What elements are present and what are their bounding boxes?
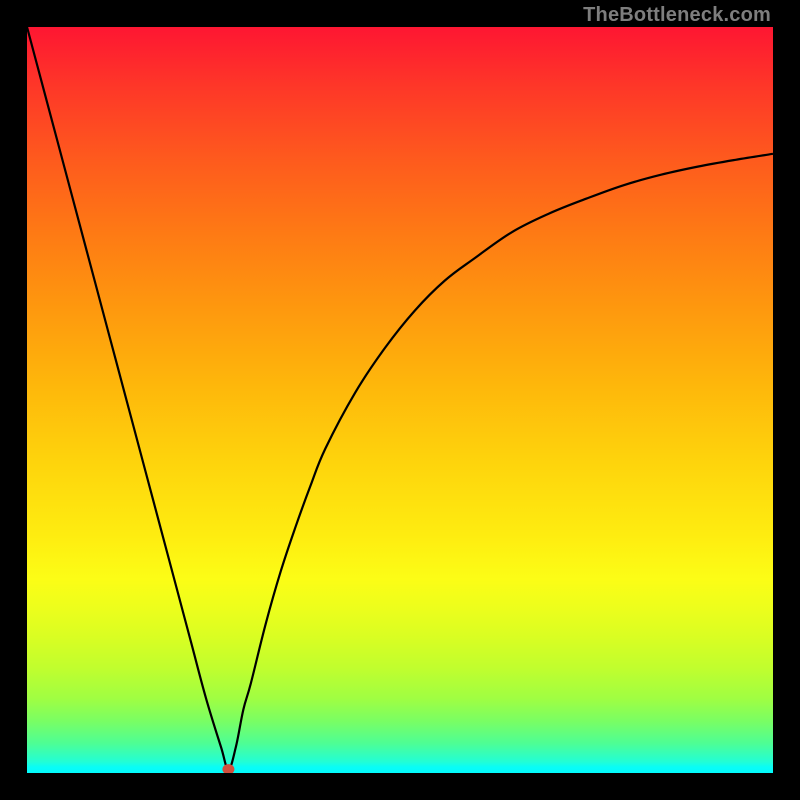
curve-minimum-marker	[222, 764, 234, 773]
chart-area	[27, 27, 773, 773]
watermark-label: TheBottleneck.com	[583, 4, 771, 27]
bottleneck-curve-svg	[27, 27, 773, 773]
bottleneck-curve	[27, 27, 773, 769]
